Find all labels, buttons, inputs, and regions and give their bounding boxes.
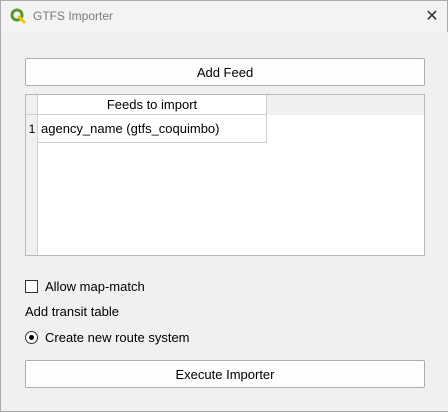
dialog-content: Add Feed Feeds to import 1 agency_name (… <box>2 32 448 411</box>
allow-map-match-option[interactable]: Allow map-match <box>25 277 145 295</box>
allow-map-match-checkbox[interactable] <box>25 279 38 293</box>
execute-importer-button[interactable]: Execute Importer <box>25 360 425 388</box>
header-fill <box>267 95 424 115</box>
window-title: GTFS Importer <box>33 9 114 23</box>
table-cell-feed[interactable]: agency_name (gtfs_coquimbo) <box>38 115 267 143</box>
create-route-system-option[interactable]: Create new route system <box>25 328 190 346</box>
table-corner <box>26 95 38 115</box>
gtfs-importer-window: GTFS Importer ✕ Add Feed Feeds to import… <box>0 0 448 412</box>
add-feed-button[interactable]: Add Feed <box>25 58 425 86</box>
row-number[interactable]: 1 <box>26 115 38 143</box>
qgis-icon <box>10 8 26 24</box>
column-header-feeds[interactable]: Feeds to import <box>38 95 267 115</box>
create-route-system-radio[interactable] <box>25 330 38 344</box>
create-route-system-label: Create new route system <box>45 329 190 345</box>
radio-selected-dot <box>29 334 34 340</box>
title-bar[interactable]: GTFS Importer ✕ <box>1 1 447 32</box>
feeds-table[interactable]: Feeds to import 1 agency_name (gtfs_coqu… <box>25 94 425 256</box>
close-icon[interactable]: ✕ <box>421 6 443 26</box>
allow-map-match-label: Allow map-match <box>45 278 145 294</box>
add-transit-table-label: Add transit table <box>25 304 119 319</box>
